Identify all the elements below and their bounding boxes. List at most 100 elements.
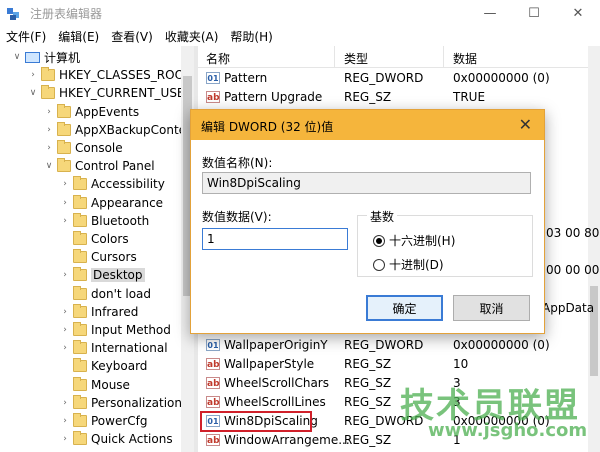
list-row[interactable]: ab Pattern Upgrade REG_SZ TRUE xyxy=(198,88,588,107)
menu-file[interactable]: 文件(F) xyxy=(0,28,52,45)
chevron-icon[interactable]: ∨ xyxy=(44,161,54,171)
menu-favorites[interactable]: 收藏夹(A) xyxy=(159,28,225,45)
value-data-cell: 0x00000000 (0) xyxy=(453,71,550,85)
chevron-icon[interactable]: › xyxy=(60,270,70,280)
window-title: 注册表编辑器 xyxy=(30,6,103,21)
radio-hex-label: 十六进制(H) xyxy=(389,234,456,248)
tree-item[interactable]: › Console xyxy=(44,139,123,157)
value-type-cell: REG_SZ xyxy=(344,90,392,104)
tree-item-label: Desktop xyxy=(91,268,145,283)
value-name-field[interactable] xyxy=(202,172,531,194)
tree-item[interactable]: › Accessibility xyxy=(60,175,165,193)
registry-tree[interactable]: ∨ 计算机 › HKEY_CLASSES_ROOT ∨ HKEY_CURRENT_USER… xyxy=(0,46,194,452)
tree-item-label: Infrared xyxy=(91,304,139,319)
chevron-icon[interactable]: ∨ xyxy=(12,52,22,62)
list-row[interactable]: 01 WallpaperOriginY REG_DWORD 0x00000000 (0… xyxy=(198,336,588,355)
chevron-icon[interactable]: › xyxy=(60,198,70,208)
tree-item[interactable]: › HKEY_CLASSES_ROOT xyxy=(28,66,191,84)
chevron-icon[interactable]: › xyxy=(60,343,70,353)
radio-dec-label: 十进制(D) xyxy=(389,258,444,272)
chevron-icon[interactable]: › xyxy=(44,125,54,135)
column-data[interactable]: 数据 xyxy=(453,50,477,67)
tree-item[interactable]: › Appearance xyxy=(60,194,163,212)
chevron-icon[interactable]: › xyxy=(60,434,70,444)
tree-item-label: 计算机 xyxy=(44,50,81,65)
minimize-button[interactable]: — xyxy=(468,0,512,26)
tree-item[interactable]: ∨ HKEY_CURRENT_USER xyxy=(28,84,193,102)
chevron-icon[interactable]: › xyxy=(60,216,70,226)
edit-dword-dialog: 编辑 DWORD (32 位)值 ✕ 数值名称(N): 数值数据(V): 基数 … xyxy=(190,109,545,334)
close-button[interactable]: ✕ xyxy=(556,0,600,26)
tree-item[interactable]: › Quick Actions xyxy=(60,430,173,448)
chevron-icon[interactable]: › xyxy=(60,416,70,426)
tree-item[interactable]: Mouse xyxy=(60,376,130,394)
folder-icon xyxy=(57,121,71,136)
computer-icon xyxy=(25,51,40,63)
cancel-button[interactable]: 取消 xyxy=(453,295,530,321)
string-icon: ab xyxy=(206,358,220,370)
tree-item-label: International xyxy=(91,341,168,356)
list-scrollbar-thumb[interactable] xyxy=(590,286,598,376)
folder-icon xyxy=(57,103,71,118)
tree-item[interactable]: › International xyxy=(60,339,168,357)
tree-item-label: Cursors xyxy=(91,250,137,265)
radio-dec[interactable]: 十进制(D) xyxy=(373,256,444,273)
column-name[interactable]: 名称 xyxy=(206,50,230,67)
tree-item[interactable]: › Infrared xyxy=(60,303,138,321)
tree-item[interactable]: › Personalization xyxy=(60,394,182,412)
tree-item-label: don't load xyxy=(91,286,152,301)
chevron-icon[interactable]: › xyxy=(60,179,70,189)
folder-icon xyxy=(73,358,87,373)
watermark-url: www.jsgho.com xyxy=(428,420,588,441)
tree-item[interactable]: ∨ 计算机 xyxy=(12,48,80,66)
value-type-cell: REG_SZ xyxy=(344,357,392,371)
folder-icon xyxy=(73,322,87,336)
tree-item[interactable]: › AppXBackupConter xyxy=(44,121,191,139)
folder-icon xyxy=(73,394,87,409)
list-cell-partial: AppData xyxy=(542,301,595,315)
menu-edit[interactable]: 编辑(E) xyxy=(52,28,105,45)
value-name-cell: WallpaperStyle xyxy=(224,357,315,371)
tree-item[interactable]: Keyboard xyxy=(60,357,147,375)
chevron-icon[interactable]: › xyxy=(60,307,70,317)
chevron-icon[interactable]: › xyxy=(60,325,70,335)
tree-item[interactable]: › Bluetooth xyxy=(60,212,149,230)
dialog-close-icon[interactable]: ✕ xyxy=(519,115,532,134)
tree-item-label: Bluetooth xyxy=(91,213,150,228)
binary-icon: 01 xyxy=(206,339,220,351)
tree-item-label: Personalization xyxy=(91,395,182,410)
tree-item-label: Control Panel xyxy=(75,159,155,174)
folder-icon xyxy=(73,194,87,209)
radio-hex[interactable]: 十六进制(H) xyxy=(373,232,455,249)
value-data-input[interactable] xyxy=(202,228,348,250)
tree-item[interactable]: Cursors xyxy=(60,248,137,266)
tree-item[interactable]: › Input Method xyxy=(60,321,171,339)
tree-item[interactable]: › AppEvents xyxy=(44,103,139,121)
chevron-icon[interactable]: › xyxy=(60,398,70,408)
list-row[interactable]: ab WallpaperStyle REG_SZ 10 xyxy=(198,355,588,374)
tree-item-label: AppEvents xyxy=(75,104,140,119)
chevron-icon[interactable]: ∨ xyxy=(28,88,38,98)
chevron-icon[interactable]: › xyxy=(28,70,38,80)
menu-view[interactable]: 查看(V) xyxy=(105,28,159,45)
tree-item-label: HKEY_CURRENT_USER xyxy=(59,86,193,101)
tree-item[interactable]: don't load xyxy=(60,285,151,303)
chevron-icon[interactable]: › xyxy=(44,143,54,153)
list-row[interactable]: 01 Pattern REG_DWORD 0x00000000 (0) xyxy=(198,69,588,88)
maximize-button[interactable]: ☐ xyxy=(512,0,556,26)
string-icon: ab xyxy=(206,91,220,103)
folder-icon xyxy=(73,267,87,282)
folder-icon xyxy=(73,303,87,318)
value-type-cell: REG_DWORD xyxy=(344,338,424,352)
value-name-label: 数值名称(N): xyxy=(202,156,273,170)
string-icon: ab xyxy=(206,396,220,408)
chevron-icon[interactable]: › xyxy=(44,107,54,117)
tree-item[interactable]: › PowerCfg xyxy=(60,412,148,430)
tree-item[interactable]: ∨ Control Panel xyxy=(44,157,155,175)
tree-item[interactable]: Colors xyxy=(60,230,129,248)
menu-help[interactable]: 帮助(H) xyxy=(224,28,278,45)
tree-item[interactable]: › Desktop xyxy=(60,266,145,284)
column-type[interactable]: 类型 xyxy=(344,50,368,67)
value-name-cell: WheelScrollLines xyxy=(224,395,326,409)
ok-button[interactable]: 确定 xyxy=(366,295,443,321)
